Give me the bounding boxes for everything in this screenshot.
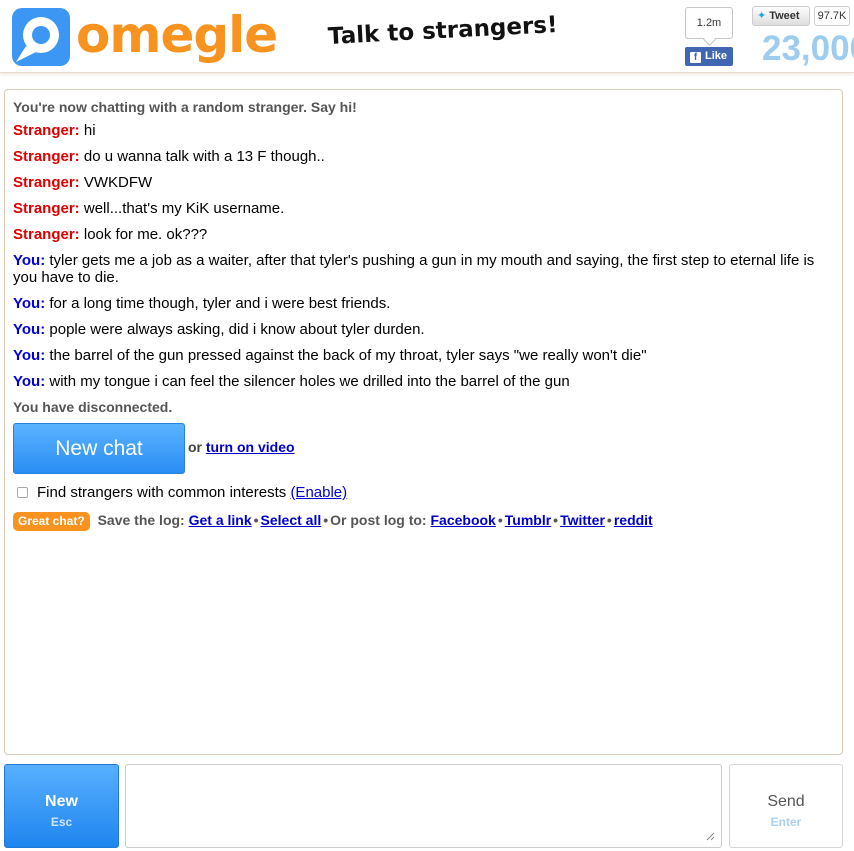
- reddit-link[interactable]: reddit: [614, 512, 653, 528]
- message-text: well...that's my KiK username.: [83, 200, 285, 217]
- great-chat-badge: Great chat?: [13, 512, 90, 531]
- twitter-bird-icon: ✦: [757, 10, 767, 22]
- message-row: You: for a long time though, tyler and i…: [13, 295, 833, 312]
- message-sender: Stranger:: [13, 122, 80, 139]
- message-sender: Stranger:: [13, 148, 80, 165]
- tweet-label: Tweet: [769, 10, 800, 22]
- status-disconnected: You have disconnected.: [13, 399, 173, 415]
- save-log-label: Save the log:: [97, 512, 185, 528]
- new-chat-button[interactable]: New chat: [13, 423, 185, 474]
- message-sender: Stranger:: [13, 174, 80, 191]
- message-row: You: tyler gets me a job as a waiter, af…: [13, 252, 833, 286]
- save-log-row: Great chat? Save the log: Get a link • Sel…: [13, 509, 833, 531]
- message-sender: You:: [13, 373, 46, 390]
- chat-log: You're now chatting with a random strang…: [4, 89, 843, 755]
- message-text: hi: [83, 122, 96, 139]
- omegle-logo-icon[interactable]: [12, 8, 70, 66]
- send-button-label: Send: [767, 793, 805, 810]
- send-button[interactable]: Send Enter: [729, 764, 843, 848]
- like-count: 1.2m: [685, 7, 733, 39]
- message-sender: You:: [13, 252, 46, 269]
- message-sender: You:: [13, 321, 46, 338]
- tagline: Talk to strangers!: [327, 11, 559, 50]
- new-chat-row: New chat or turn on video: [13, 423, 833, 474]
- message-text: the barrel of the gun pressed against th…: [49, 347, 647, 364]
- message-text: for a long time though, tyler and i were…: [49, 295, 391, 312]
- message-row: Stranger: look for me. ok???: [13, 226, 833, 243]
- message-text: look for me. ok???: [83, 226, 208, 243]
- message-text: with my tongue i can feel the silencer h…: [49, 373, 570, 390]
- facebook-icon: f: [690, 52, 701, 63]
- message-input[interactable]: [125, 764, 722, 848]
- select-all-link[interactable]: Select all: [261, 512, 322, 528]
- new-button-label: New: [45, 793, 78, 810]
- message-text: VWKDFW: [83, 174, 153, 191]
- tweet-count: 97.7K: [814, 6, 850, 26]
- facebook-link[interactable]: Facebook: [430, 512, 495, 528]
- chat-log-content: You're now chatting with a random strang…: [13, 97, 833, 531]
- message-sender: You:: [13, 347, 46, 364]
- interests-checkbox[interactable]: [17, 487, 28, 498]
- message-row: You: the barrel of the gun pressed again…: [13, 347, 833, 364]
- or-label: or: [188, 439, 202, 455]
- tweet-button[interactable]: ✦ Tweet: [752, 6, 810, 26]
- separator-dot: •: [497, 512, 503, 528]
- twitter-link[interactable]: Twitter: [560, 512, 605, 528]
- omegle-page: omegle Talk to strangers! 1.2m f Like ✦ Tw…: [0, 0, 854, 851]
- message-row: Stranger: well...that's my KiK username.: [13, 200, 833, 217]
- post-log-label: Or post log to:: [330, 512, 427, 528]
- message-sender: Stranger:: [13, 226, 80, 243]
- message-text: do u wanna talk with a 13 F though..: [83, 148, 325, 165]
- like-label: Like: [705, 50, 728, 62]
- new-disconnect-button[interactable]: New Esc: [4, 764, 119, 848]
- tumblr-link[interactable]: Tumblr: [505, 512, 551, 528]
- or-video-text: or turn on video: [188, 439, 295, 455]
- resize-grip-icon[interactable]: [706, 832, 715, 841]
- separator-dot: •: [253, 512, 259, 528]
- turn-on-video-link[interactable]: turn on video: [206, 439, 295, 455]
- message-text: pople were always asking, did i know abo…: [49, 321, 425, 338]
- message-text: tyler gets me a job as a waiter, after t…: [13, 252, 815, 286]
- logo-wordmark[interactable]: omegle: [76, 4, 278, 66]
- header: omegle Talk to strangers! 1.2m f Like ✦ Tw…: [0, 0, 854, 73]
- facebook-like-button[interactable]: f Like: [685, 47, 733, 66]
- enable-interests-link[interactable]: (Enable): [290, 484, 347, 501]
- message-row: Stranger: VWKDFW: [13, 174, 833, 191]
- new-button-shortcut: Esc: [50, 815, 73, 829]
- get-link-link[interactable]: Get a link: [189, 512, 252, 528]
- message-sender: You:: [13, 295, 46, 312]
- message-row: Stranger: hi: [13, 122, 833, 139]
- separator-dot: •: [606, 512, 612, 528]
- send-button-shortcut: Enter: [770, 815, 802, 829]
- message-row: You: with my tongue i can feel the silen…: [13, 373, 833, 390]
- separator-dot: •: [323, 512, 329, 528]
- message-row: You: pople were always asking, did i kno…: [13, 321, 833, 338]
- interests-label: Find strangers with common interests: [37, 484, 287, 501]
- interests-row: Find strangers with common interests (En…: [13, 483, 833, 503]
- separator-dot: •: [553, 512, 559, 528]
- message-sender: Stranger:: [13, 200, 80, 217]
- online-count: 23,000: [762, 29, 854, 68]
- status-connected: You're now chatting with a random strang…: [13, 99, 357, 115]
- message-row: Stranger: do u wanna talk with a 13 F th…: [13, 148, 833, 165]
